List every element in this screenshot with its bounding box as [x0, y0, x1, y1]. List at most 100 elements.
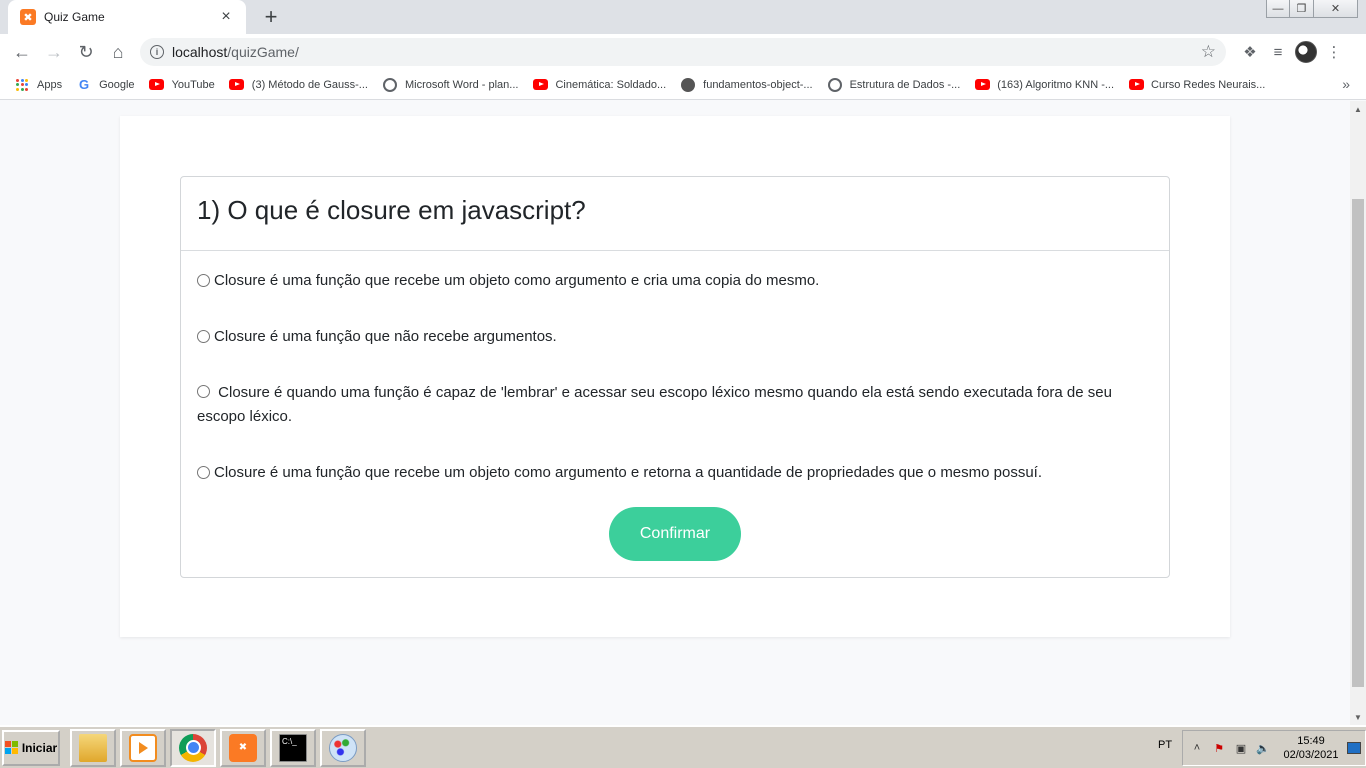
youtube-icon [1128, 77, 1144, 93]
quiz-container: 1) O que é closure em javascript? Closur… [120, 116, 1230, 637]
clock-date: 02/03/2021 [1283, 749, 1339, 761]
forward-arrow-icon[interactable]: → [40, 38, 68, 66]
answer-option-3[interactable]: Closure é quando uma função é capaz de '… [197, 381, 1153, 429]
taskbar-chrome[interactable] [170, 728, 216, 767]
extensions-puzzle-icon[interactable]: ❖ [1236, 38, 1264, 66]
answer-text: Closure é uma função que não recebe argu… [214, 328, 557, 345]
menu-kebab-icon[interactable]: ⋮ [1320, 38, 1348, 66]
bookmark-gauss[interactable]: (3) Método de Gauss-... [229, 77, 368, 93]
close-window-button[interactable]: ✕ [1314, 0, 1358, 18]
bookmark-fundamentos[interactable]: fundamentos-object-... [680, 77, 813, 93]
answer-option-4[interactable]: Closure é uma função que recebe um objet… [197, 461, 1153, 485]
youtube-icon [974, 77, 990, 93]
start-button[interactable]: Iniciar [2, 729, 60, 766]
url-host: localhost [172, 44, 228, 60]
media-queue-icon[interactable]: ≡ [1264, 38, 1292, 66]
answer-option-1[interactable]: Closure é uma função que recebe um objet… [197, 269, 1153, 293]
address-bar[interactable]: i localhost/quizGame/ ☆ [140, 38, 1226, 66]
minimize-button[interactable]: — [1266, 0, 1290, 18]
youtube-icon [149, 77, 165, 93]
clock[interactable]: 15:49 02/03/2021 [1281, 734, 1341, 762]
apps-grid-icon [14, 77, 30, 93]
paint-palette-icon [329, 733, 357, 762]
chevron-up-icon[interactable]: ˄ [1189, 740, 1205, 756]
xampp-icon: ✖ [229, 733, 257, 762]
bookmark-apps[interactable]: Apps [14, 77, 62, 93]
bookmark-label: (3) Método de Gauss-... [251, 78, 368, 91]
bookmark-google[interactable]: G Google [76, 77, 135, 93]
taskbar-explorer[interactable] [70, 728, 116, 767]
security-alert-icon[interactable]: ⚑ [1211, 740, 1227, 756]
reload-icon[interactable]: ↻ [72, 38, 100, 66]
bookmark-label: Google [99, 78, 135, 91]
bookmark-knn[interactable]: (163) Algoritmo KNN -... [974, 77, 1114, 93]
bookmark-cinematica[interactable]: Cinemática: Soldado... [532, 77, 666, 93]
chevron-right-more-icon[interactable]: » [1342, 76, 1350, 92]
radio-button[interactable] [197, 274, 210, 287]
clock-time: 15:49 [1297, 735, 1325, 747]
taskbar-cmd[interactable]: C:\_ [270, 728, 316, 767]
tab-close-icon[interactable]: × [216, 8, 236, 26]
bookmark-label: Microsoft Word - plan... [404, 78, 519, 91]
confirm-button[interactable]: Confirmar [609, 507, 741, 561]
taskbar-paint[interactable] [320, 728, 366, 767]
bookmark-word[interactable]: Microsoft Word - plan... [382, 77, 519, 93]
back-arrow-icon[interactable]: ← [8, 38, 36, 66]
taskbar-xampp[interactable]: ✖ [220, 728, 266, 767]
toolbar-actions: ❖ ≡ ⋮ [1236, 38, 1348, 66]
bookmark-label: YouTube [171, 78, 215, 91]
chrome-icon [179, 733, 207, 762]
bookmark-label: fundamentos-object-... [703, 78, 813, 91]
bookmark-youtube[interactable]: YouTube [149, 77, 215, 93]
radio-button[interactable] [197, 466, 210, 479]
system-tray: ˄ ⚑ ▣ 🔈 15:49 02/03/2021 [1182, 730, 1366, 766]
home-icon[interactable]: ⌂ [104, 38, 132, 66]
show-desktop-icon[interactable] [1347, 742, 1361, 754]
tab-title: Quiz Game [44, 10, 105, 24]
youtube-icon [229, 77, 245, 93]
bookmark-label: Curso Redes Neurais... [1151, 78, 1266, 91]
new-tab-button[interactable]: + [258, 4, 284, 30]
site-info-icon[interactable]: i [150, 45, 164, 59]
scrollbar-thumb[interactable] [1352, 199, 1364, 687]
bookmark-label: Cinemática: Soldado... [555, 78, 667, 91]
windows-taskbar: Iniciar ✖ C:\_ PT ˄ ⚑ ▣ 🔈 15:49 02/03/20… [0, 725, 1366, 768]
language-indicator[interactable]: PT [1158, 739, 1172, 751]
browser-toolbar: ← → ↻ ⌂ i localhost/quizGame/ ☆ ❖ ≡ ⋮ [0, 34, 1366, 70]
scroll-down-icon[interactable]: ▼ [1350, 709, 1366, 725]
radio-button[interactable] [197, 385, 210, 398]
network-icon[interactable]: ▣ [1233, 740, 1249, 756]
bookmark-estrutura[interactable]: Estrutura de Dados -... [827, 77, 961, 93]
youtube-icon [532, 77, 548, 93]
quiz-card: 1) O que é closure em javascript? Closur… [180, 176, 1170, 578]
window-controls: — ❐ ✕ [1266, 0, 1358, 18]
bookmark-label: Estrutura de Dados -... [849, 78, 961, 91]
media-player-icon [129, 733, 157, 762]
start-label: Iniciar [21, 740, 58, 755]
restore-button[interactable]: ❐ [1290, 0, 1314, 18]
scroll-up-icon[interactable]: ▲ [1350, 101, 1366, 117]
quiz-header: 1) O que é closure em javascript? [181, 177, 1169, 251]
answer-text: Closure é uma função que recebe um objet… [214, 464, 1043, 481]
vertical-scrollbar[interactable]: ▲ ▼ [1350, 101, 1366, 725]
windows-logo-icon [4, 740, 19, 755]
browser-tab[interactable]: ✖ Quiz Game × [8, 0, 246, 34]
avatar [1295, 41, 1317, 63]
radio-button[interactable] [197, 330, 210, 343]
url-path: /quizGame/ [227, 44, 299, 60]
page-viewport: 1) O que é closure em javascript? Closur… [0, 101, 1350, 725]
google-icon: G [79, 77, 90, 92]
folder-icon [79, 733, 107, 762]
answer-option-2[interactable]: Closure é uma função que não recebe argu… [197, 325, 1153, 349]
globe-icon [382, 77, 398, 93]
xampp-favicon-icon: ✖ [20, 9, 36, 25]
answer-text: Closure é uma função que recebe um objet… [214, 272, 820, 289]
github-icon [680, 77, 696, 93]
bookmark-star-icon[interactable]: ☆ [1201, 42, 1216, 62]
volume-icon[interactable]: 🔈 [1255, 740, 1271, 756]
bookmark-redes-neurais[interactable]: Curso Redes Neurais... [1128, 77, 1265, 93]
globe-icon [827, 77, 843, 93]
profile-avatar[interactable] [1292, 38, 1320, 66]
taskbar-media-player[interactable] [120, 728, 166, 767]
bookmark-label: (163) Algoritmo KNN -... [997, 78, 1115, 91]
